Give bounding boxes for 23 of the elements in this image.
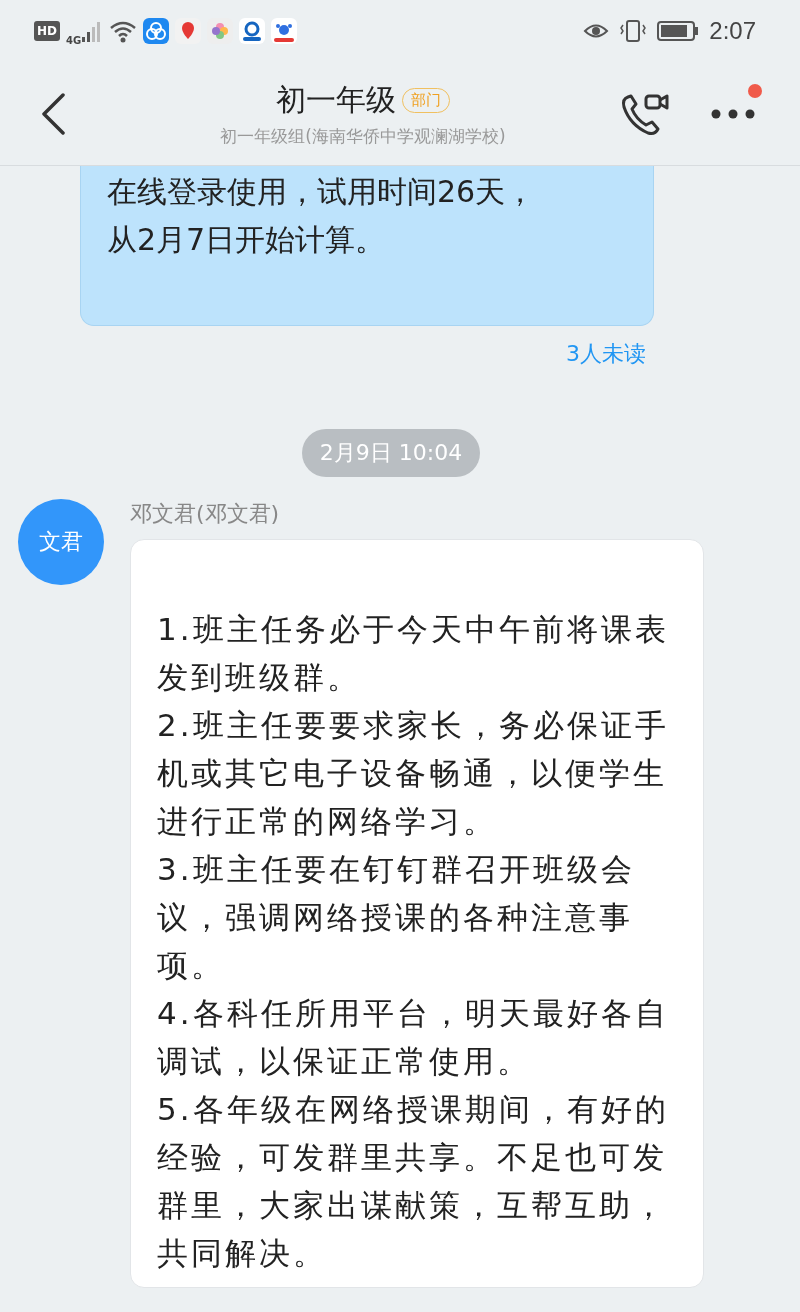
message-paragraph: 3.班主任要在钉钉群召开班级会议，强调网络授课的各种注意事项。 — [157, 850, 636, 985]
network-type: 4G — [66, 34, 82, 46]
hd-indicator: HD — [34, 21, 60, 41]
message-paragraph: 2.班主任要要求家长，务必保证手机或其它电子设备畅通，以便学生进行正常的网络学习。 — [157, 706, 670, 841]
wifi-icon — [109, 19, 138, 43]
message-paragraph: 1.班主任务必于今天中午前将课表发到班级群。 — [157, 610, 670, 697]
message-paragraph: 4.各科任所用平台，明天最好各自调试，以保证正常使用。 — [157, 994, 670, 1081]
battery-icon — [657, 20, 700, 42]
map-pin-icon — [175, 18, 202, 44]
chat-subtitle: 初一年级组(海南华侨中学观澜湖学校) — [220, 124, 506, 148]
unread-count-link[interactable]: 3人未读 — [566, 340, 646, 368]
back-icon[interactable] — [40, 92, 66, 135]
sender-name: 邓文君(邓文君) — [130, 500, 280, 528]
eye-icon — [583, 22, 610, 40]
vibrate-icon — [619, 19, 648, 43]
chat-title: 初一年级 — [276, 80, 396, 119]
message-line: 从2月7日开始计算。 — [107, 221, 386, 259]
more-icon — [710, 107, 756, 120]
message-paragraph: 5.各年级在网络授课期间，有好的经验，可发群里共享。不足也可发群里，大家出谋献策，互帮互助，共同解决。 — [157, 1090, 670, 1273]
timestamp-pill: 2月9日 10:04 — [301, 429, 481, 477]
clock-time: 2:07 — [709, 17, 756, 45]
avatar[interactable]: 文君 — [18, 499, 104, 585]
message-line: 在线登录使用，试用时间26天， — [107, 173, 536, 211]
